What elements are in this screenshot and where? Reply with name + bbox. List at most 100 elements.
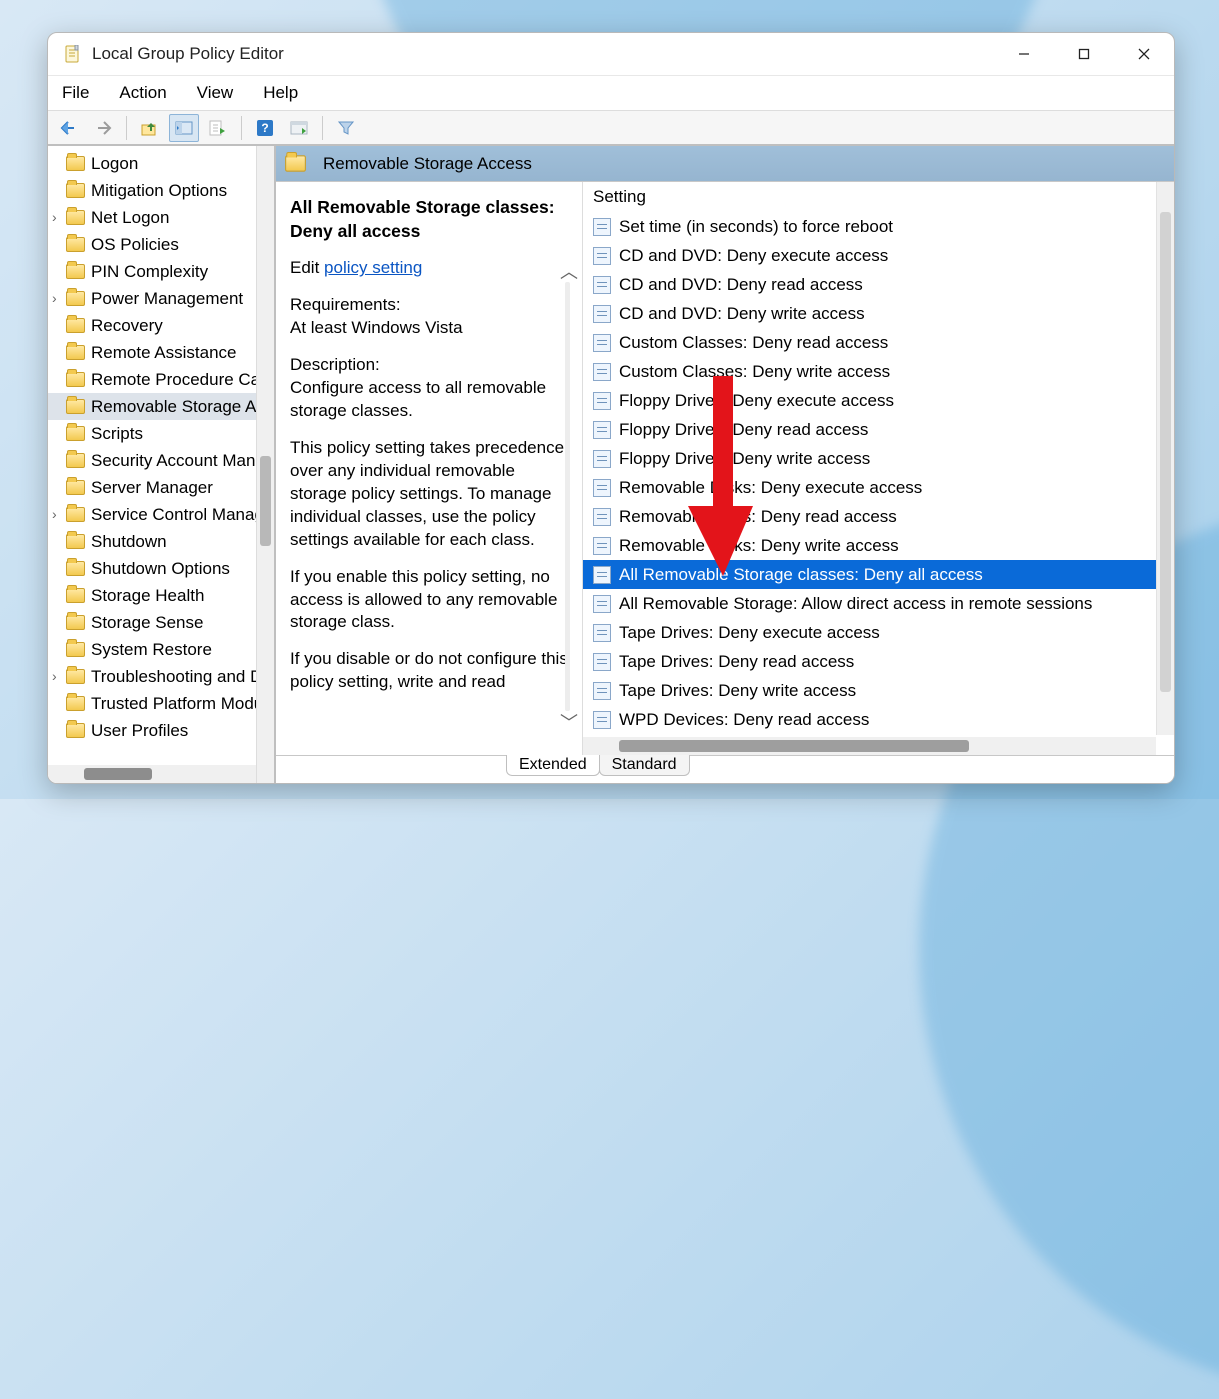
- setting-item[interactable]: All Removable Storage: Allow direct acce…: [583, 589, 1174, 618]
- menu-view[interactable]: View: [193, 81, 238, 105]
- setting-item[interactable]: WPD Devices: Deny read access: [583, 705, 1174, 734]
- setting-item[interactable]: Tape Drives: Deny write access: [583, 676, 1174, 705]
- setting-item[interactable]: CD and DVD: Deny execute access: [583, 241, 1174, 270]
- policy-icon: [593, 653, 611, 671]
- tree-item[interactable]: Storage Sense: [48, 609, 274, 636]
- edit-label: Edit: [290, 258, 319, 277]
- setting-item[interactable]: Custom Classes: Deny read access: [583, 328, 1174, 357]
- settings-column-header[interactable]: Setting: [583, 182, 1174, 212]
- filter-button[interactable]: [331, 114, 361, 142]
- back-button[interactable]: [54, 114, 84, 142]
- tree-item[interactable]: Remote Assistance: [48, 339, 274, 366]
- tree-item-label: Removable Storage Access: [91, 397, 274, 417]
- setting-item-label: All Removable Storage: Allow direct acce…: [619, 594, 1092, 614]
- setting-item[interactable]: Removable Disks: Deny write access: [583, 531, 1174, 560]
- forward-button[interactable]: [88, 114, 118, 142]
- setting-item[interactable]: Removable Disks: Deny read access: [583, 502, 1174, 531]
- tree-item[interactable]: Storage Health: [48, 582, 274, 609]
- setting-item[interactable]: Floppy Drives: Deny write access: [583, 444, 1174, 473]
- tree-item[interactable]: OS Policies: [48, 231, 274, 258]
- up-level-button[interactable]: [135, 114, 165, 142]
- policy-icon: [593, 595, 611, 613]
- settings-horizontal-scrollbar[interactable]: [583, 737, 1156, 755]
- tree-item[interactable]: Recovery: [48, 312, 274, 339]
- description-text-1: Configure access to all removable storag…: [290, 378, 546, 420]
- description-panel: All Removable Storage classes: Deny all …: [276, 182, 583, 755]
- settings-vertical-scrollbar[interactable]: [1156, 182, 1174, 735]
- setting-item[interactable]: Removable Disks: Deny execute access: [583, 473, 1174, 502]
- setting-item-label: Removable Disks: Deny write access: [619, 536, 899, 556]
- content-pane: Removable Storage Access All Removable S…: [276, 146, 1174, 783]
- requirements-label: Requirements:: [290, 295, 401, 314]
- tree-item-label: Remote Procedure Call: [91, 370, 268, 390]
- edit-policy-link[interactable]: policy setting: [324, 258, 422, 277]
- content-header-title: Removable Storage Access: [323, 154, 532, 174]
- tree-item-label: Mitigation Options: [91, 181, 227, 201]
- description-text-4: If you disable or do not configure this …: [290, 648, 568, 694]
- content-header: Removable Storage Access: [276, 146, 1174, 182]
- tree-item[interactable]: User Profiles: [48, 717, 274, 744]
- tree-item[interactable]: Power Management: [48, 285, 274, 312]
- tree-item-label: Trusted Platform Module: [91, 694, 274, 714]
- desc-scroll-track[interactable]: [565, 282, 570, 711]
- tree-item-label: Net Logon: [91, 208, 169, 228]
- tree-item[interactable]: Troubleshooting and Diagnostics: [48, 663, 274, 690]
- help-button[interactable]: ?: [250, 114, 280, 142]
- setting-item[interactable]: Tape Drives: Deny read access: [583, 647, 1174, 676]
- toolbar-separator: [241, 116, 242, 140]
- desc-scroll-up-icon[interactable]: ︿: [560, 258, 578, 284]
- folder-icon: [66, 507, 85, 522]
- tree-item-label: Power Management: [91, 289, 243, 309]
- folder-icon: [66, 696, 85, 711]
- setting-item[interactable]: Set time (in seconds) to force reboot: [583, 212, 1174, 241]
- tree-item[interactable]: Remote Procedure Call: [48, 366, 274, 393]
- tree-item[interactable]: Trusted Platform Module: [48, 690, 274, 717]
- tree-item[interactable]: Removable Storage Access: [48, 393, 274, 420]
- folder-icon: [66, 210, 85, 225]
- close-button[interactable]: [1114, 33, 1174, 76]
- tree-item[interactable]: PIN Complexity: [48, 258, 274, 285]
- tree-item[interactable]: Shutdown: [48, 528, 274, 555]
- tree-item[interactable]: Mitigation Options: [48, 177, 274, 204]
- menu-help[interactable]: Help: [259, 81, 302, 105]
- tree-horizontal-scrollbar[interactable]: [48, 765, 256, 783]
- description-text-2: This policy setting takes precedence ove…: [290, 437, 568, 552]
- tree-item-label: User Profiles: [91, 721, 188, 741]
- tree-item-label: Service Control Manager: [91, 505, 274, 525]
- menu-action[interactable]: Action: [115, 81, 170, 105]
- setting-item[interactable]: CD and DVD: Deny write access: [583, 299, 1174, 328]
- tab-extended[interactable]: Extended: [506, 755, 600, 776]
- tree-item[interactable]: Logon: [48, 150, 274, 177]
- maximize-button[interactable]: [1054, 33, 1114, 76]
- setting-item-label: CD and DVD: Deny execute access: [619, 246, 888, 266]
- properties-button[interactable]: [284, 114, 314, 142]
- setting-item-label: CD and DVD: Deny write access: [619, 304, 865, 324]
- setting-item[interactable]: Tape Drives: Deny execute access: [583, 618, 1174, 647]
- selected-policy-title: All Removable Storage classes: Deny all …: [290, 196, 568, 243]
- tree-item[interactable]: System Restore: [48, 636, 274, 663]
- policy-icon: [593, 421, 611, 439]
- policy-icon: [593, 247, 611, 265]
- menu-file[interactable]: File: [58, 81, 93, 105]
- gpedit-window: Local Group Policy Editor File Action Vi…: [47, 32, 1175, 784]
- tree-vertical-scrollbar[interactable]: [256, 146, 274, 783]
- export-list-button[interactable]: [203, 114, 233, 142]
- folder-icon: [66, 426, 85, 441]
- tree-item[interactable]: Security Account Manager: [48, 447, 274, 474]
- minimize-button[interactable]: [994, 33, 1054, 76]
- folder-icon: [66, 561, 85, 576]
- setting-item[interactable]: Floppy Drives: Deny execute access: [583, 386, 1174, 415]
- setting-item[interactable]: CD and DVD: Deny read access: [583, 270, 1174, 299]
- setting-item[interactable]: Floppy Drives: Deny read access: [583, 415, 1174, 444]
- tree-item[interactable]: Shutdown Options: [48, 555, 274, 582]
- tree-item-label: Recovery: [91, 316, 163, 336]
- tree-item[interactable]: Net Logon: [48, 204, 274, 231]
- tree-item[interactable]: Scripts: [48, 420, 274, 447]
- tree-item[interactable]: Server Manager: [48, 474, 274, 501]
- setting-item[interactable]: All Removable Storage classes: Deny all …: [583, 560, 1174, 589]
- show-hide-tree-button[interactable]: [169, 114, 199, 142]
- setting-item[interactable]: Custom Classes: Deny write access: [583, 357, 1174, 386]
- desc-scroll-down-icon[interactable]: ﹀: [560, 709, 578, 735]
- tab-standard[interactable]: Standard: [599, 755, 690, 776]
- tree-item[interactable]: Service Control Manager: [48, 501, 274, 528]
